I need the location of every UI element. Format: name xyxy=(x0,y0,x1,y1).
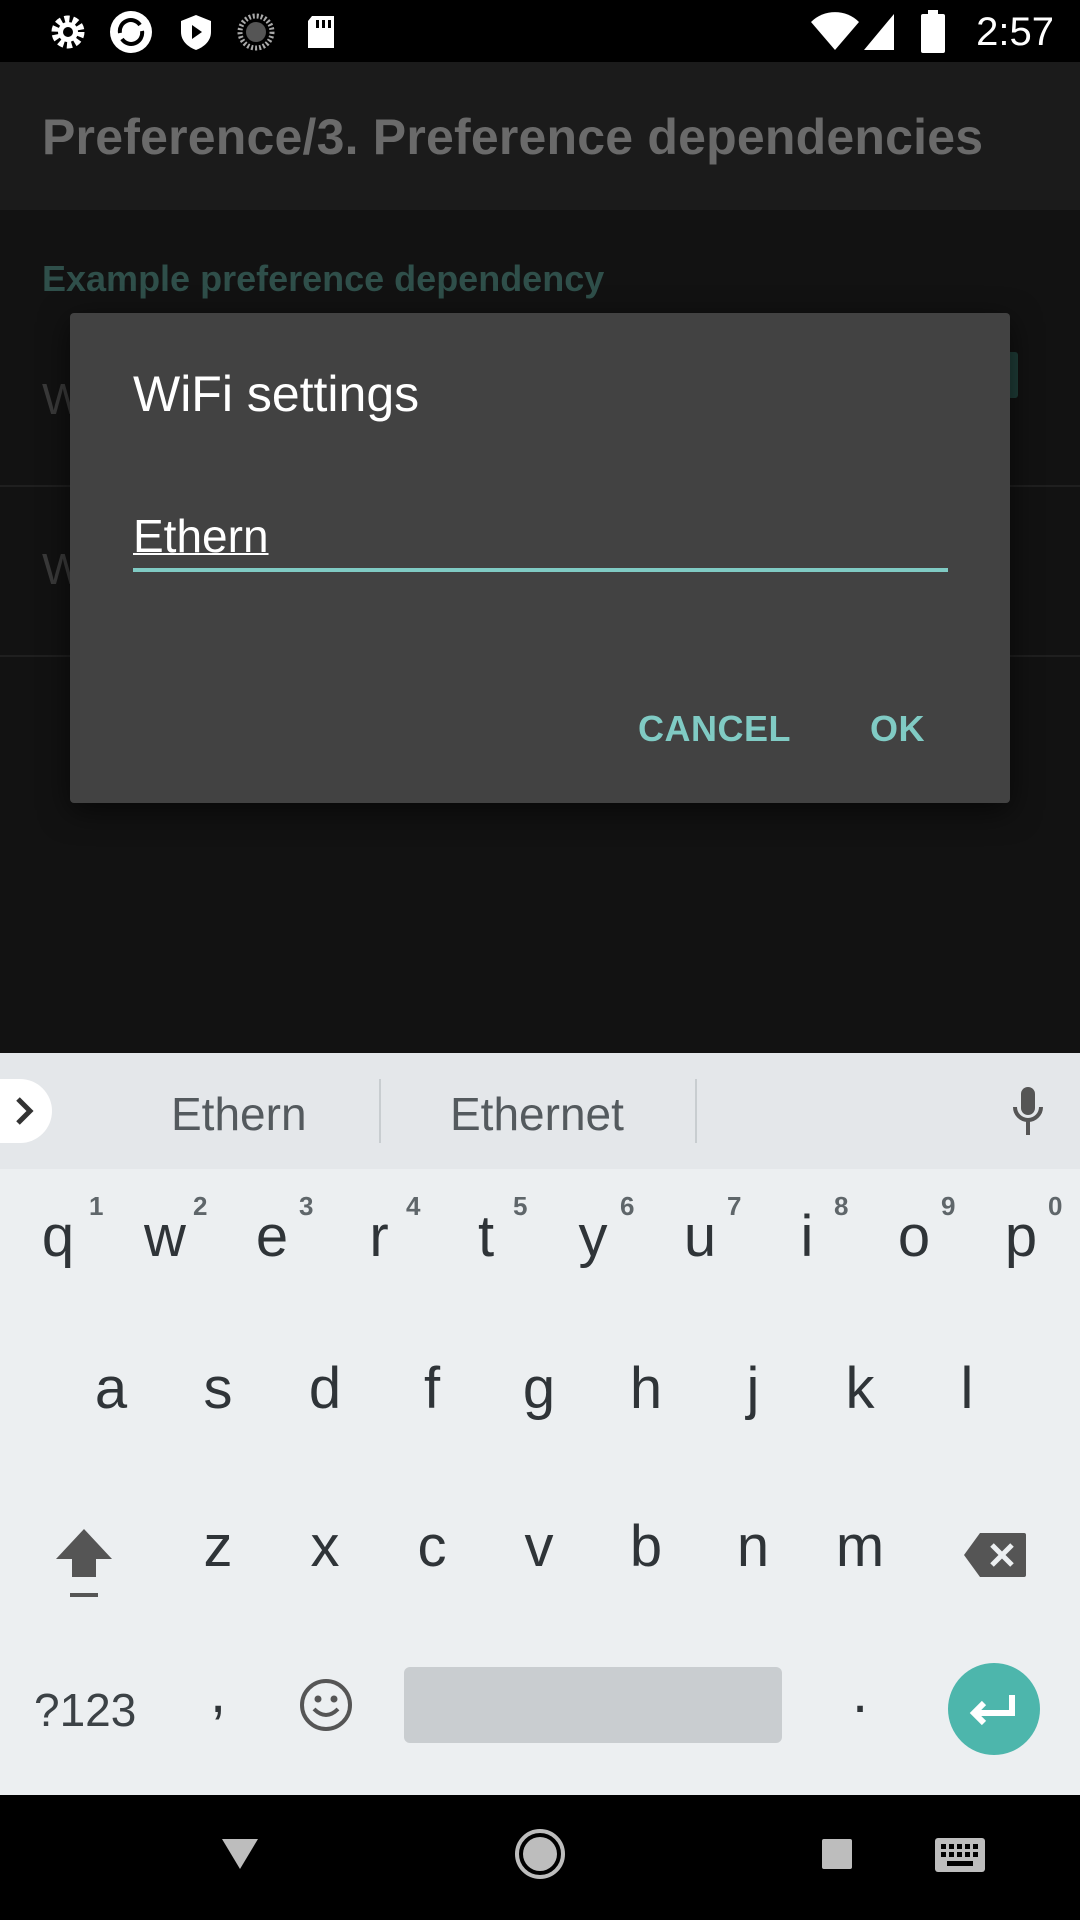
space-bar[interactable] xyxy=(404,1667,782,1743)
ok-button[interactable]: OK xyxy=(870,708,925,750)
key-k[interactable]: k xyxy=(820,1355,900,1422)
navigation-bar xyxy=(0,1795,1080,1920)
expand-suggestions-button[interactable] xyxy=(0,1079,52,1143)
key-m[interactable]: m xyxy=(820,1513,900,1580)
enter-icon xyxy=(969,1695,1015,1726)
loading-icon xyxy=(237,13,275,51)
suggestion-strip: Ethern Ethernet xyxy=(0,1053,1080,1169)
back-icon[interactable] xyxy=(220,1837,260,1871)
chevron-right-icon xyxy=(16,1097,34,1125)
key-f[interactable]: f xyxy=(392,1355,472,1422)
key-s[interactable]: s xyxy=(178,1355,258,1422)
shield-icon xyxy=(181,15,211,50)
battery-icon xyxy=(921,10,945,53)
soft-keyboard: Ethern Ethernet q w e r t y u i o p 1 2 … xyxy=(0,1053,1080,1795)
clock: 2:57 xyxy=(976,10,1054,54)
sd-card-icon xyxy=(308,16,334,48)
cancel-button[interactable]: CANCEL xyxy=(638,708,791,750)
key-hint: 1 xyxy=(89,1191,104,1221)
microphone-icon[interactable] xyxy=(1012,1085,1044,1137)
backspace-icon[interactable] xyxy=(962,1531,1028,1579)
recents-icon[interactable] xyxy=(820,1837,854,1871)
key-q[interactable]: q xyxy=(18,1203,98,1270)
page-title: Preference/3. Preference dependencies xyxy=(42,109,984,165)
key-a[interactable]: a xyxy=(71,1355,151,1422)
key-v[interactable]: v xyxy=(499,1513,579,1580)
preference-category: Example preference dependency xyxy=(42,258,605,299)
key-comma[interactable]: , xyxy=(178,1659,258,1726)
key-x[interactable]: x xyxy=(285,1513,365,1580)
shift-icon[interactable] xyxy=(52,1523,116,1603)
key-c[interactable]: c xyxy=(392,1513,472,1580)
signal-icon xyxy=(864,14,894,50)
key-hint: 8 xyxy=(834,1191,849,1221)
key-period[interactable]: . xyxy=(820,1659,900,1726)
key-h[interactable]: h xyxy=(606,1355,686,1422)
sync-icon xyxy=(110,11,152,53)
key-hint: 4 xyxy=(406,1191,421,1221)
suggestion-1[interactable]: Ethern xyxy=(171,1087,307,1141)
key-d[interactable]: d xyxy=(285,1355,365,1422)
key-g[interactable]: g xyxy=(499,1355,579,1422)
settings-icon xyxy=(51,15,85,49)
key-hint: 5 xyxy=(513,1191,528,1221)
app-bar: Preference/3. Preference dependencies xyxy=(0,62,1080,210)
wifi-settings-dialog: WiFi settings Ethern CANCEL OK xyxy=(70,313,1010,803)
key-hint: 7 xyxy=(727,1191,742,1221)
wifi-settings-input[interactable]: Ethern xyxy=(133,508,948,572)
key-l[interactable]: l xyxy=(927,1355,1007,1422)
key-z[interactable]: z xyxy=(178,1513,258,1580)
suggestion-divider xyxy=(379,1079,381,1143)
key-hint: 0 xyxy=(1048,1191,1063,1221)
key-hint: 9 xyxy=(941,1191,956,1221)
key-b[interactable]: b xyxy=(606,1513,686,1580)
emoji-icon[interactable] xyxy=(298,1677,354,1733)
symbols-key[interactable]: ?123 xyxy=(34,1683,136,1737)
suggestion-2[interactable]: Ethernet xyxy=(450,1087,624,1141)
key-n[interactable]: n xyxy=(713,1513,793,1580)
enter-button[interactable] xyxy=(948,1663,1040,1755)
status-bar: 2:57 xyxy=(0,0,1080,62)
keyboard-switch-icon[interactable] xyxy=(934,1837,986,1873)
home-icon[interactable] xyxy=(514,1828,566,1880)
wifi-icon xyxy=(811,12,859,51)
key-hint: 3 xyxy=(299,1191,314,1221)
key-j[interactable]: j xyxy=(713,1355,793,1422)
suggestion-divider xyxy=(695,1079,697,1143)
dialog-title: WiFi settings xyxy=(133,366,420,422)
key-hint: 6 xyxy=(620,1191,635,1221)
key-hint: 2 xyxy=(193,1191,208,1221)
